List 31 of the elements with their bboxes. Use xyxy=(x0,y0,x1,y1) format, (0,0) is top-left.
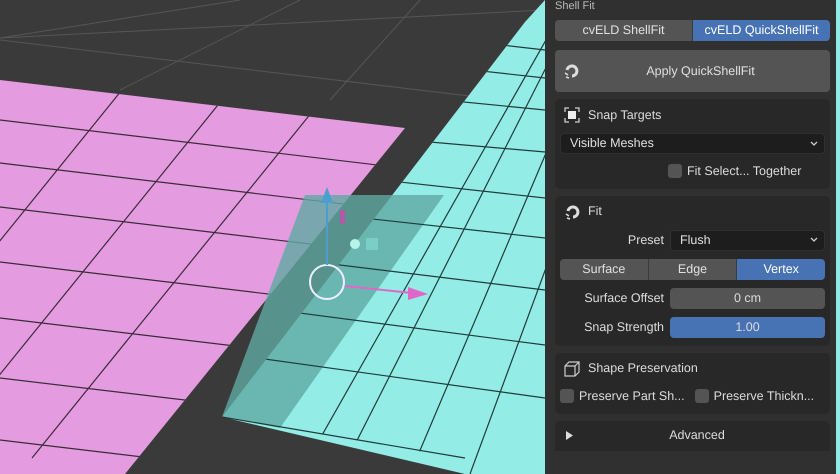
mode-button[interactable]: Edge xyxy=(648,258,736,280)
field-label: Surface Offset xyxy=(583,290,664,307)
section-title: Fit xyxy=(588,203,602,220)
slider-field[interactable]: 1.00 xyxy=(670,316,825,338)
chevron-down-icon xyxy=(810,140,818,146)
chevron-down-icon xyxy=(810,237,818,244)
magnet-icon xyxy=(563,63,579,79)
field-label: Preset xyxy=(626,232,664,249)
number-field[interactable]: 0 cm xyxy=(670,288,825,309)
preset-dropdown[interactable]: Flush xyxy=(670,230,825,251)
mode-button[interactable]: Surface xyxy=(560,258,648,280)
checkbox[interactable] xyxy=(668,164,682,178)
tab[interactable]: cvELD ShellFit xyxy=(555,20,692,41)
checkbox-label[interactable]: Preserve Thickn... xyxy=(714,386,814,406)
checkbox-label[interactable]: Preserve Part Sh... xyxy=(579,386,685,406)
transform-gizmo-drawing[interactable] xyxy=(309,187,428,300)
tab[interactable]: cvELD QuickShellFit xyxy=(692,20,830,41)
snap-target-icon xyxy=(564,107,580,123)
checkbox[interactable] xyxy=(694,389,709,404)
checkbox[interactable] xyxy=(560,389,574,404)
apply-button[interactable]: Apply QuickShellFit xyxy=(555,50,830,92)
field-label: Snap Strength xyxy=(583,318,664,336)
targets-dropdown[interactable]: Visible Meshes xyxy=(560,133,825,154)
mode-button[interactable]: Vertex xyxy=(736,258,826,280)
section-title: Shape Preservation xyxy=(588,360,698,378)
cube-icon xyxy=(564,360,580,377)
checkbox-label[interactable]: Fit Select... Together xyxy=(687,162,802,181)
advanced-header[interactable]: Advanced xyxy=(555,420,830,450)
magnet-icon xyxy=(564,204,580,220)
panel-title[interactable]: Shell Fit xyxy=(555,0,830,13)
section-title: Snap Targets xyxy=(588,106,662,124)
